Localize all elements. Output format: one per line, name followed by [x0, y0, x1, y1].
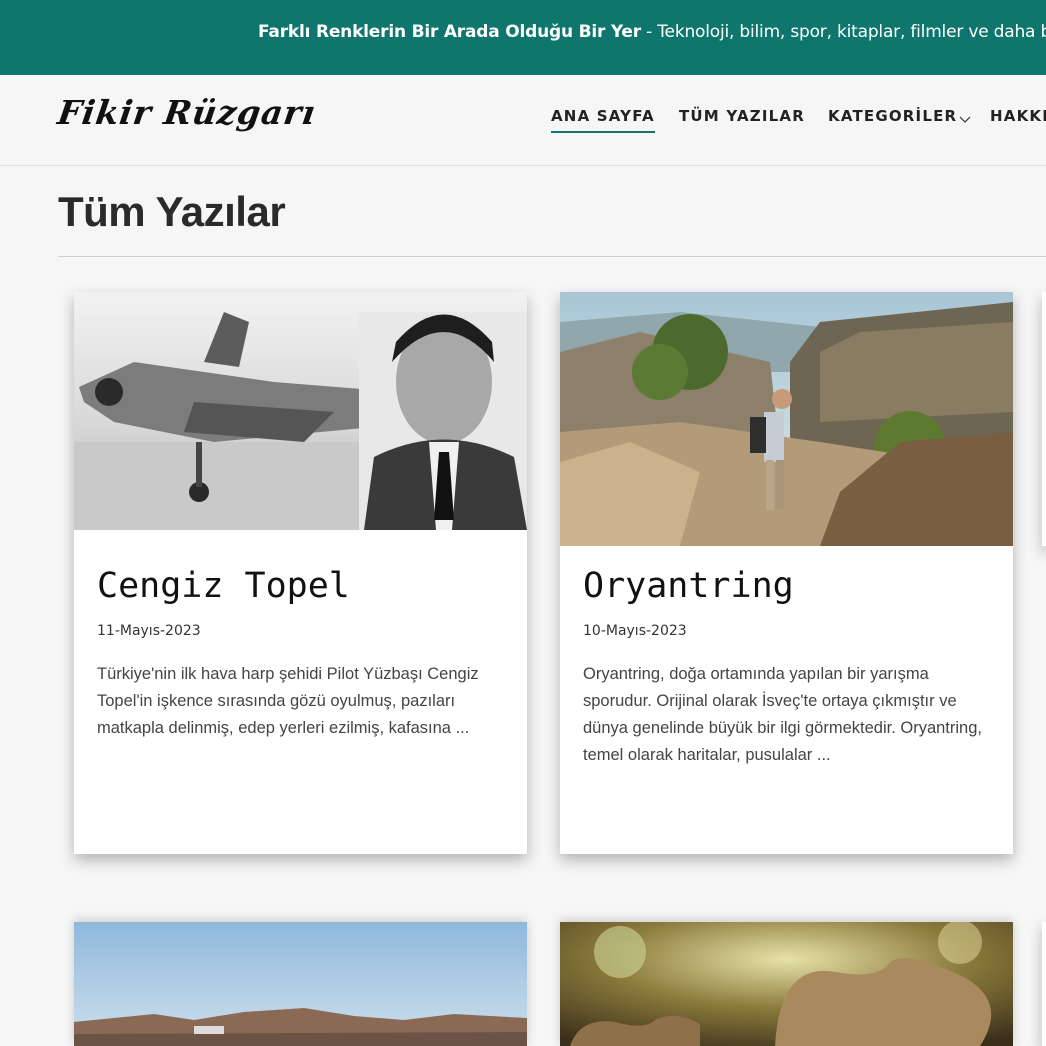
post-card-oryantring[interactable]: Oryantring 10-Mayıs-2023 Oryantring, doğ…: [560, 292, 1013, 854]
post-card-row2-2[interactable]: [560, 922, 1013, 1046]
nav-home[interactable]: ANA SAYFA: [551, 107, 655, 133]
post-title[interactable]: Cengiz Topel: [97, 566, 350, 606]
announcement-bold: Farklı Renklerin Bir Arada Olduğu Bir Ye…: [258, 22, 641, 42]
post-card-row2-1[interactable]: [74, 922, 527, 1046]
post-excerpt: Türkiye'nin ilk hava harp şehidi Pilot Y…: [97, 665, 479, 737]
title-divider: [58, 256, 1046, 257]
post-title[interactable]: Oryantring: [583, 566, 794, 606]
nav-about[interactable]: HAKKIN: [990, 107, 1046, 125]
announcement-rest: - Teknoloji, bilim, spor, kitaplar, film…: [646, 22, 1046, 42]
post-image-hearts[interactable]: [560, 922, 1013, 1046]
post-card-cengiz-topel[interactable]: Cengiz Topel 11-Mayıs-2023 Türkiye'nin i…: [74, 292, 527, 854]
site-header: Fikir Rüzgarı ANA SAYFA TÜM YAZILAR KATE…: [0, 75, 1046, 166]
post-image-oryantring[interactable]: [560, 292, 1013, 546]
post-card-partial[interactable]: [1042, 292, 1046, 546]
nav-all-posts[interactable]: TÜM YAZILAR: [679, 107, 805, 125]
nav-categories[interactable]: KATEGORİLER: [828, 107, 971, 125]
announcement-bar: Farklı Renklerin Bir Arada Olduğu Bir Ye…: [0, 0, 1046, 75]
site-logo[interactable]: Fikir Rüzgarı: [55, 93, 318, 132]
post-image-landscape[interactable]: [74, 922, 527, 1046]
page-title: Tüm Yazılar: [58, 188, 286, 235]
chevron-down-icon: [959, 111, 971, 123]
post-image-cengiz-topel[interactable]: [74, 292, 527, 530]
announcement-text: Farklı Renklerin Bir Arada Olduğu Bir Ye…: [258, 22, 1046, 42]
post-date: 11-Mayıs-2023: [97, 623, 201, 639]
post-excerpt: Oryantring, doğa ortamında yapılan bir y…: [583, 665, 982, 764]
post-card-partial-row2[interactable]: [1042, 922, 1046, 1046]
post-date: 10-Mayıs-2023: [583, 623, 687, 639]
nav-categories-label: KATEGORİLER: [828, 107, 958, 125]
